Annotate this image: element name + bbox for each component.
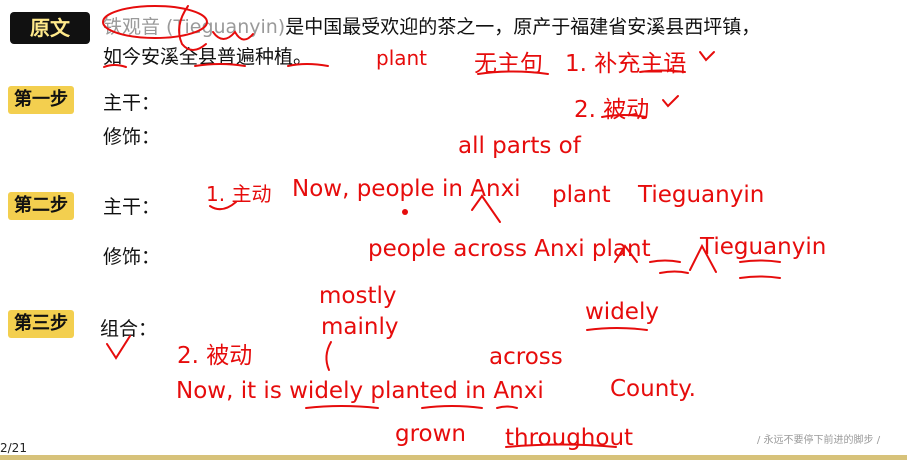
caret-mark-3 [689,243,717,273]
page-number: 2/21 [0,441,27,455]
dot-mark [402,209,408,215]
check-mark-3 [106,335,131,360]
check-mark-2 [662,95,679,108]
scribble-mark-county [212,30,254,41]
caret-mark-1 [471,194,501,223]
slogan: / 永远不要停下前进的脚步 / [757,435,881,446]
caret-mark-2 [614,244,638,263]
circle-mark-tieguanyin [102,5,208,39]
handwriting-marks [102,5,781,448]
check-mark-1 [699,51,715,62]
footer-bar [0,455,907,460]
bracket-mark [325,341,332,371]
